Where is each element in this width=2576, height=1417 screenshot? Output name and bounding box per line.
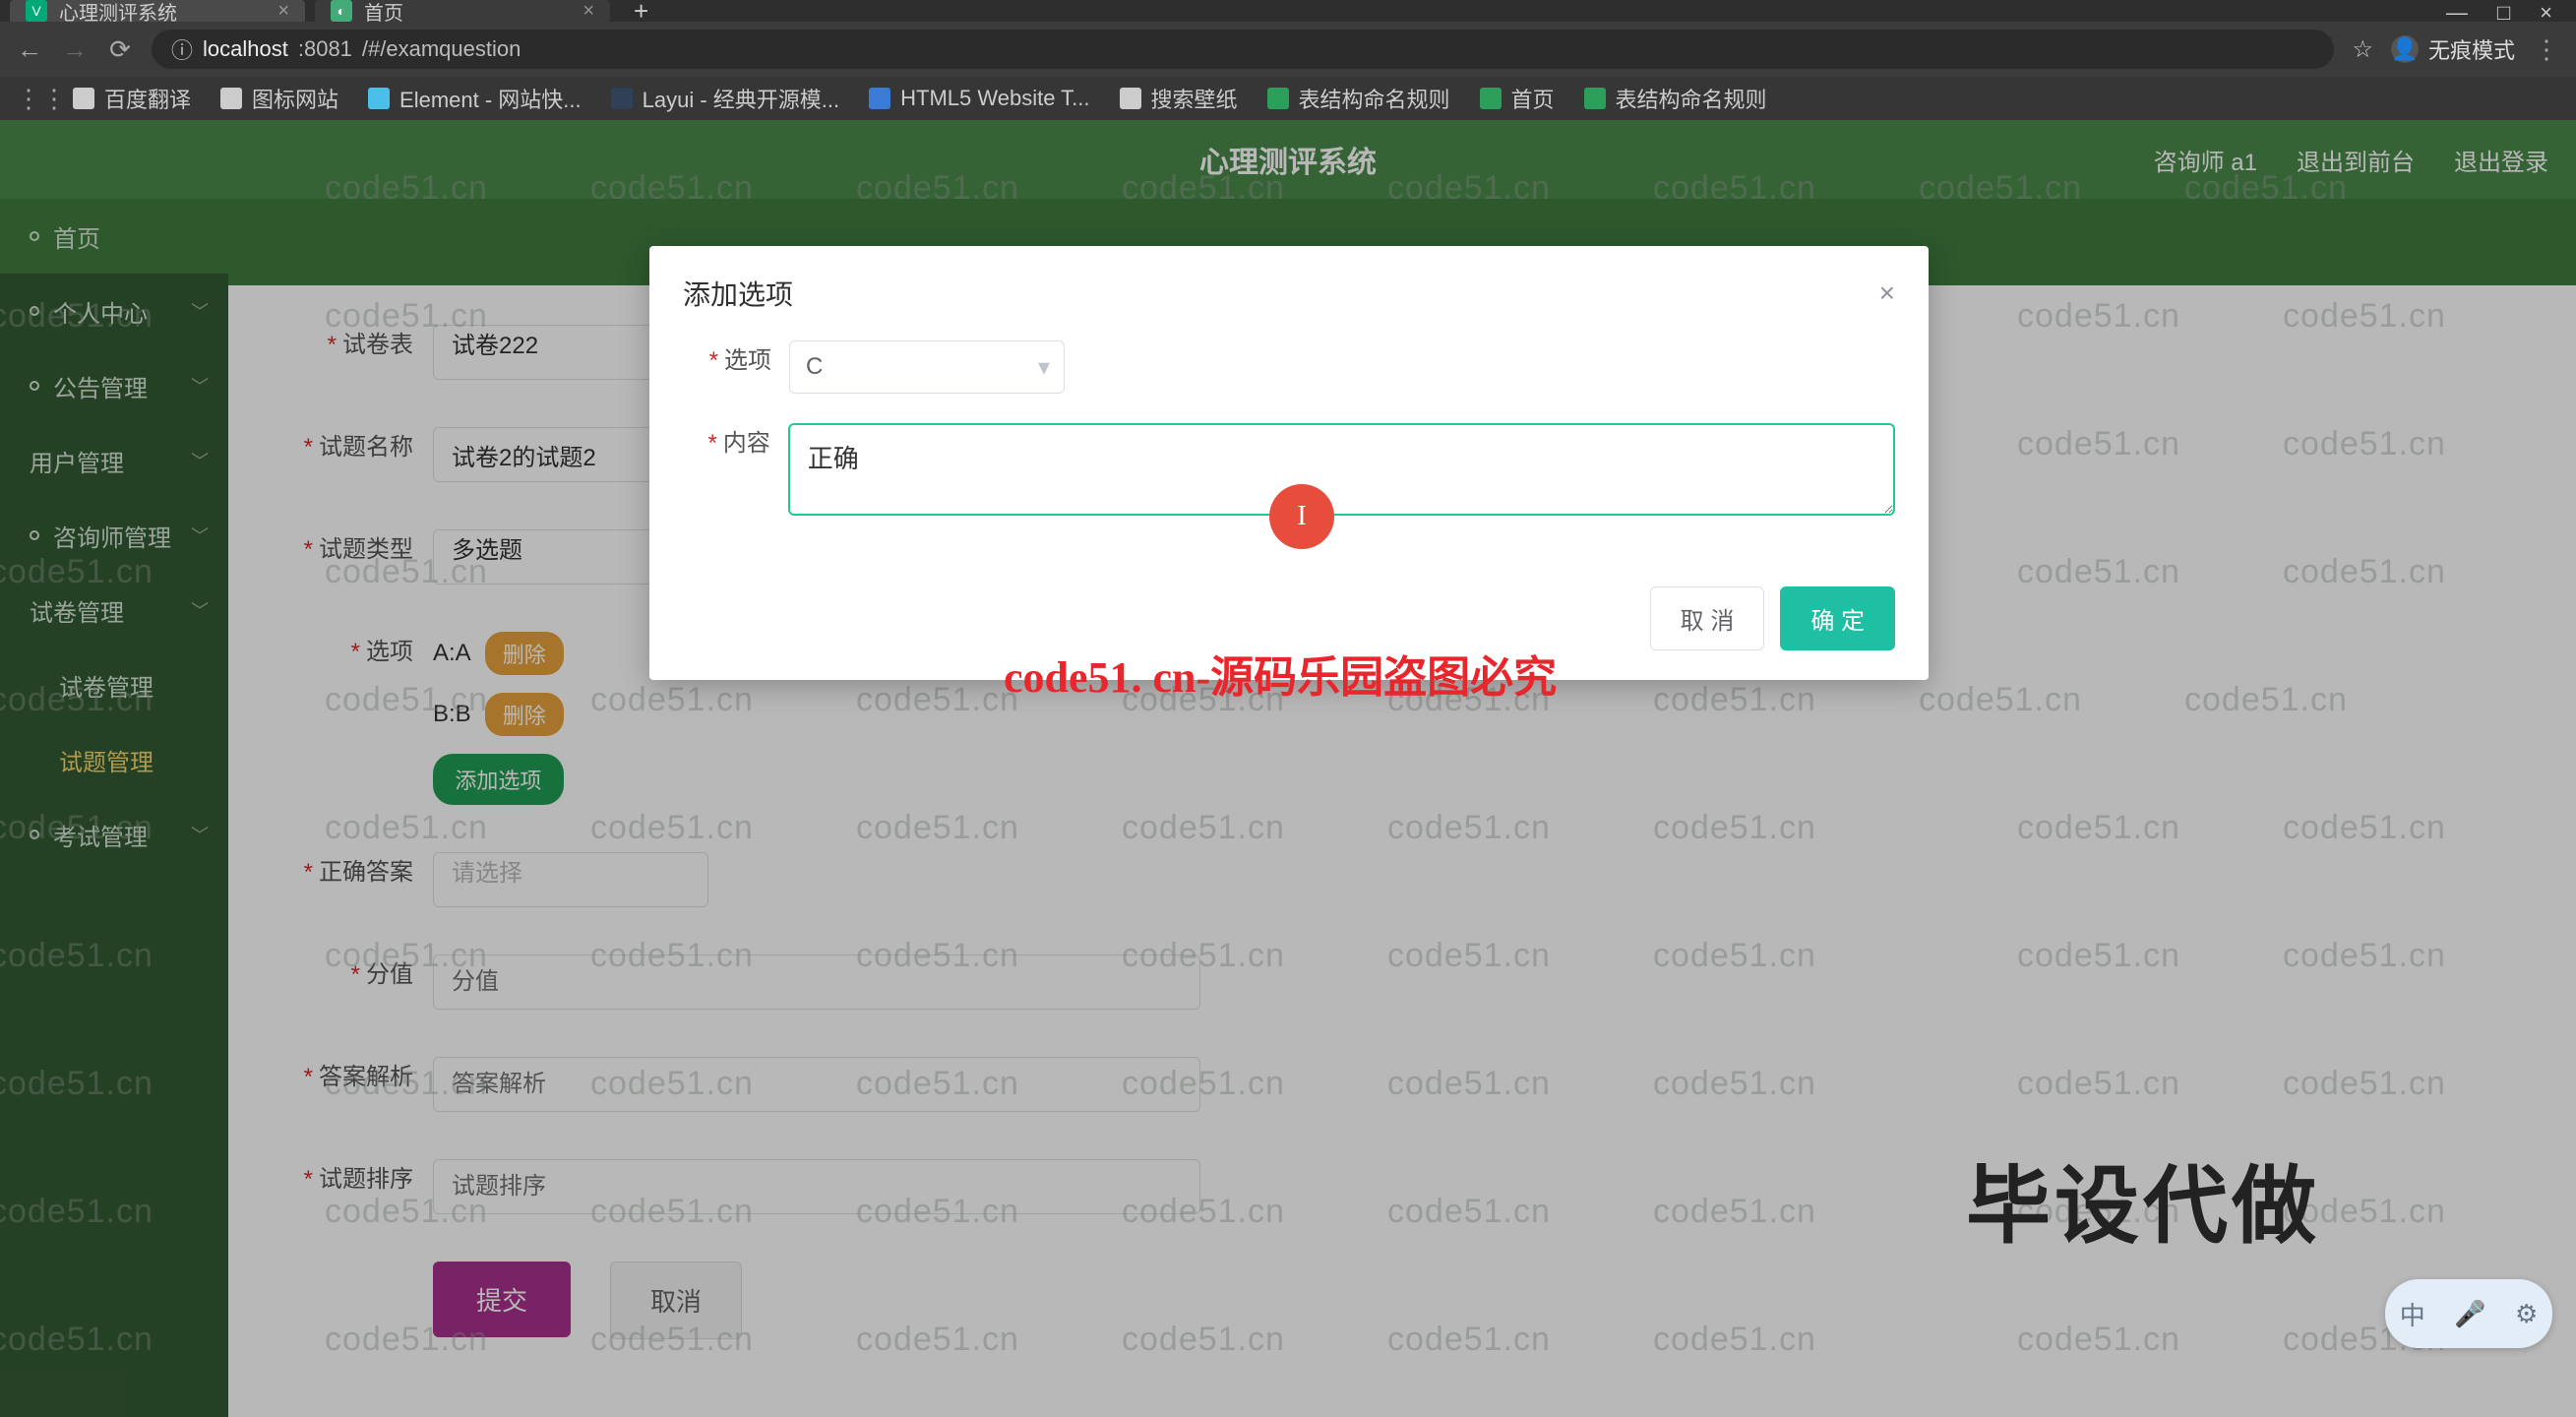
browser-tab[interactable]: ◐ 首页 ×: [315, 0, 610, 22]
bookmark-label: 百度翻译: [104, 83, 191, 114]
tab-title: 首页: [364, 0, 571, 26]
tab-title: 心理测评系统: [59, 0, 266, 26]
bookmarks-bar: ⋮⋮ 百度翻译 图标网站 Element - 网站快... Layui - 经典…: [0, 77, 2576, 120]
window-controls: — □ ×: [2423, 0, 2576, 26]
tab-close-icon[interactable]: ×: [277, 0, 289, 23]
url-port: :8081: [298, 36, 352, 62]
browser-tab-active[interactable]: V 心理测评系统 ×: [10, 0, 305, 22]
bookmark-item[interactable]: Element - 网站快...: [368, 83, 582, 114]
bookmark-item[interactable]: 表结构命名规则: [1267, 83, 1450, 114]
new-tab-button[interactable]: +: [620, 0, 662, 27]
modal-label-content: 内容: [683, 423, 788, 458]
bookmark-label: 表结构命名规则: [1299, 83, 1450, 114]
modal-header: 添加选项 ×: [649, 246, 1929, 331]
bookmark-icon: [611, 88, 633, 109]
add-option-modal: 添加选项 × 选项 C 内容 取 消 确 定: [649, 246, 1929, 680]
bookmark-label: Layui - 经典开源模...: [643, 83, 839, 114]
bookmark-label: 图标网站: [252, 83, 338, 114]
incognito-label: 无痕模式: [2428, 33, 2515, 65]
modal-label-option: 选项: [683, 340, 789, 375]
ime-indicator[interactable]: 中 🎤 ⚙: [2385, 1279, 2552, 1348]
address-bar: ← → ⟳ ⓘ localhost:8081/#/examquestion ☆ …: [0, 22, 2576, 77]
app-area: 心理测评系统 咨询师 a1 退出到前台 退出登录 首页 个人中心﹀ 公告管理﹀ …: [0, 120, 2576, 1417]
modal-title: 添加选项: [683, 274, 793, 313]
maximize-icon[interactable]: □: [2497, 0, 2510, 26]
bookmark-icon: [1267, 88, 1289, 109]
minimize-icon[interactable]: —: [2446, 0, 2468, 26]
bookmark-item[interactable]: Layui - 经典开源模...: [611, 83, 839, 114]
bookmark-icon: [1480, 88, 1502, 109]
bookmark-icon: [1584, 88, 1606, 109]
url-path: /#/examquestion: [362, 36, 521, 62]
bookmark-label: 表结构命名规则: [1616, 83, 1767, 114]
modal-close-icon[interactable]: ×: [1879, 277, 1895, 309]
bookmark-label: 搜索壁纸: [1151, 83, 1238, 114]
apps-icon[interactable]: ⋮⋮: [16, 84, 43, 114]
bookmark-item[interactable]: 首页: [1480, 83, 1555, 114]
bookmark-item[interactable]: 图标网站: [220, 83, 338, 114]
url-input[interactable]: ⓘ localhost :8081 /#/examquestion: [152, 30, 2334, 69]
cursor-highlight-icon: I: [1269, 484, 1334, 549]
incognito-icon: 👤: [2391, 35, 2419, 63]
modal-ok-button[interactable]: 确 定: [1780, 586, 1895, 650]
bookmark-icon: [220, 88, 242, 109]
promo-text: 毕设代做: [1966, 1137, 2320, 1260]
bookmark-icon: [1120, 88, 1141, 109]
close-window-icon[interactable]: ×: [2540, 0, 2552, 26]
bookmark-label: HTML5 Website T...: [900, 86, 1089, 111]
forward-icon[interactable]: →: [61, 34, 89, 65]
modal-content-input[interactable]: [788, 423, 1895, 516]
bookmark-icon: [869, 88, 890, 109]
bookmark-label: Element - 网站快...: [399, 83, 582, 114]
bookmark-icon: [73, 88, 94, 109]
bookmark-item[interactable]: 搜索壁纸: [1120, 83, 1238, 114]
bookmark-label: 首页: [1511, 83, 1555, 114]
reload-icon[interactable]: ⟳: [106, 34, 134, 65]
tab-bar: V 心理测评系统 × ◐ 首页 × + — □ ×: [0, 0, 2576, 22]
tab-favicon-icon: ◐: [331, 0, 352, 22]
bookmark-item[interactable]: 表结构命名规则: [1584, 83, 1767, 114]
bookmark-item[interactable]: 百度翻译: [73, 83, 191, 114]
tab-favicon-icon: V: [26, 0, 47, 22]
bookmark-icon: [368, 88, 390, 109]
bookmark-item[interactable]: HTML5 Website T...: [869, 86, 1089, 111]
site-info-icon[interactable]: ⓘ: [171, 33, 193, 65]
ime-mic-icon: 🎤: [2454, 1299, 2485, 1329]
modal-cancel-button[interactable]: 取 消: [1650, 586, 1765, 650]
ime-settings-icon: ⚙: [2515, 1299, 2538, 1329]
bookmark-star-icon[interactable]: ☆: [2352, 35, 2373, 64]
back-icon[interactable]: ←: [16, 34, 43, 65]
url-host: localhost: [203, 36, 288, 62]
tab-close-icon[interactable]: ×: [583, 0, 594, 23]
ime-lang: 中: [2400, 1296, 2425, 1332]
anti-theft-banner: code51. cn-源码乐园盗图必究: [1004, 642, 1557, 705]
browser-chrome: V 心理测评系统 × ◐ 首页 × + — □ × ← → ⟳ ⓘ localh…: [0, 0, 2576, 120]
incognito-indicator[interactable]: 👤 无痕模式: [2391, 33, 2515, 65]
browser-menu-icon[interactable]: ⋮: [2533, 34, 2560, 65]
modal-option-select[interactable]: C: [789, 340, 1065, 394]
